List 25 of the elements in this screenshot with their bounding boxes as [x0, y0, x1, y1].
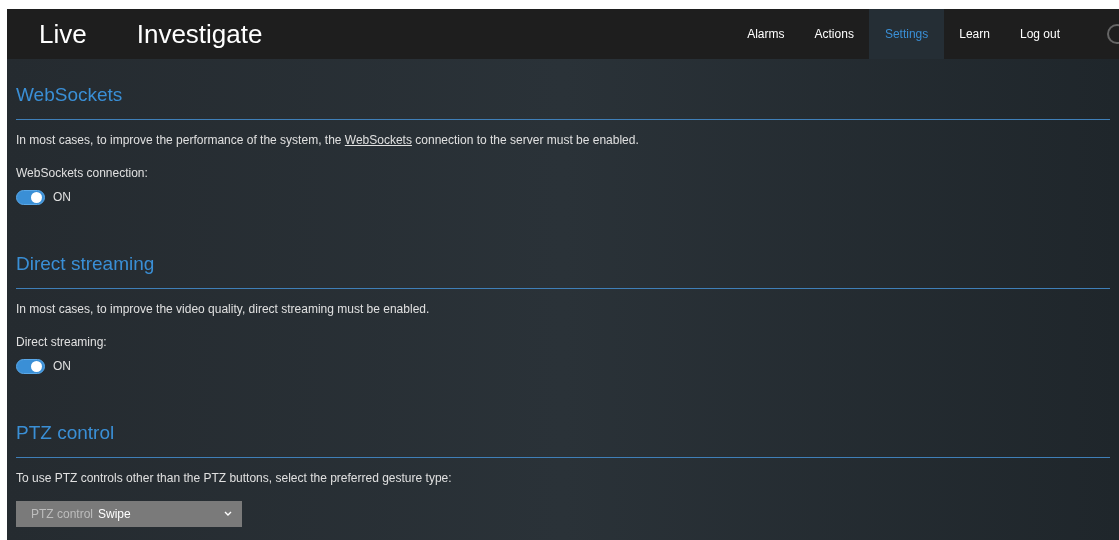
dropdown-value: Swipe: [98, 506, 131, 523]
section-title: PTZ control: [16, 421, 116, 445]
section-title: WebSockets: [16, 83, 124, 107]
toggle-switch[interactable]: [16, 189, 45, 205]
dropdown-label: PTZ control: [31, 506, 93, 523]
chevron-icon: [224, 511, 232, 517]
nav-link[interactable]: Actions: [799, 9, 869, 59]
nav-link[interactable]: Settings: [868, 9, 945, 59]
main-tab[interactable]: Investigate: [136, 14, 263, 54]
nav-link[interactable]: Log out: [1004, 9, 1075, 59]
search-icon[interactable]: [1105, 23, 1119, 45]
section-description: In most cases, to improve the video quality, direct streaming must be enabled.: [16, 301, 431, 317]
field-label: WebSockets connection:: [16, 165, 149, 181]
section-title: Direct streaming: [16, 252, 156, 276]
nav-link[interactable]: Alarms: [732, 9, 800, 59]
section-description: In most cases, to improve the performance of the system, the WebSockets connection to the server must be enabled.: [16, 132, 640, 148]
toggle-state: ON: [53, 189, 71, 206]
field-label: Direct streaming:: [16, 334, 108, 350]
nav-link[interactable]: Learn: [944, 9, 1005, 59]
toggle-switch[interactable]: [16, 358, 45, 374]
section-description: To use PTZ controls other than the PTZ buttons, select the preferred gesture type:: [16, 470, 453, 486]
gesture-dropdown[interactable]: PTZ control Swipe: [16, 501, 242, 527]
toggle-state: ON: [53, 358, 71, 375]
websockets-link[interactable]: WebSockets: [344, 133, 412, 147]
main-tab[interactable]: Live: [39, 14, 87, 54]
